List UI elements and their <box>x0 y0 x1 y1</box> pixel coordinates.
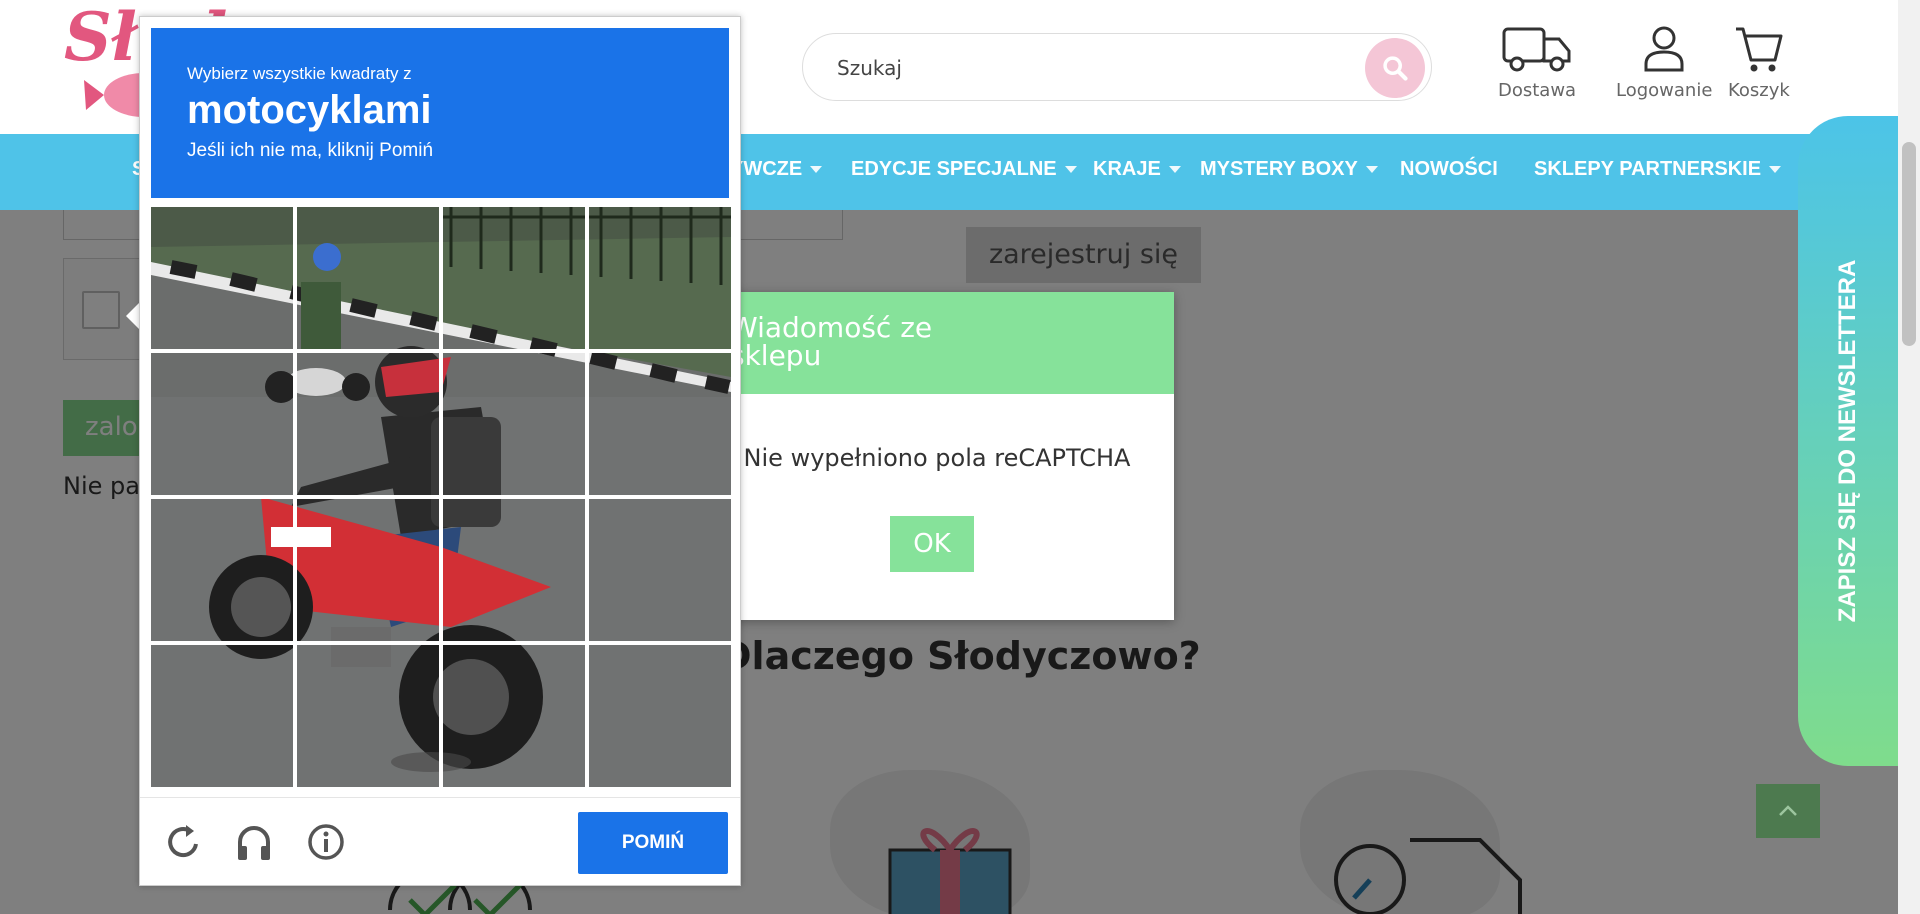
nav-label: NOWOŚCI <box>1400 158 1498 180</box>
caret-down-icon <box>810 166 823 173</box>
tile-image <box>297 499 439 641</box>
cart-link[interactable]: Koszyk <box>1728 24 1790 101</box>
recaptcha-tile[interactable] <box>297 645 439 787</box>
recaptcha-tile[interactable] <box>443 499 585 641</box>
nav-label: MYSTERY BOXY <box>1200 158 1358 180</box>
recaptcha-tile[interactable] <box>443 645 585 787</box>
recaptcha-tile[interactable] <box>297 353 439 495</box>
newsletter-tab[interactable]: ZAPISZ SIĘ DO NEWSLETTERA <box>1798 116 1898 766</box>
recaptcha-footer: POMIŃ <box>140 797 740 885</box>
nav-label: EDYCJE SPECJALNE <box>851 158 1057 180</box>
recaptcha-tile[interactable] <box>297 499 439 641</box>
recaptcha-tile[interactable] <box>443 207 585 349</box>
nav-item-sklepy[interactable]: SKLEPY PARTNERSKIE <box>1534 158 1782 181</box>
tile-image <box>151 353 293 495</box>
recaptcha-challenge: Wybierz wszystkie kwadraty z motocyklami… <box>139 16 741 886</box>
delivery-link[interactable]: Dostawa <box>1498 24 1576 101</box>
info-icon <box>308 824 344 860</box>
scrollbar-thumb[interactable] <box>1902 142 1916 346</box>
nav-item-edycje[interactable]: EDYCJE SPECJALNE <box>851 158 1077 181</box>
recaptcha-tile[interactable] <box>151 645 293 787</box>
search-input[interactable] <box>837 54 1337 82</box>
recaptcha-tile[interactable] <box>297 207 439 349</box>
recaptcha-tile[interactable] <box>589 353 731 495</box>
tile-image <box>589 499 731 641</box>
caret-down-icon <box>1168 166 1181 173</box>
search-icon <box>1383 56 1408 81</box>
caret-down-icon <box>1769 166 1782 173</box>
recaptcha-hint: Jeśli ich nie ma, kliknij Pomiń <box>187 140 434 161</box>
recaptcha-tile[interactable] <box>151 353 293 495</box>
search-bar <box>802 33 1432 101</box>
caret-down-icon <box>1365 166 1378 173</box>
tile-image <box>151 207 293 349</box>
scrollbar[interactable] <box>1898 0 1920 914</box>
tile-image <box>297 353 439 495</box>
tile-image <box>443 353 585 495</box>
headphones-icon <box>238 826 270 860</box>
delivery-icon <box>1502 27 1571 72</box>
ok-button[interactable]: OK <box>890 516 974 572</box>
skip-button[interactable]: POMIŃ <box>578 812 728 874</box>
newsletter-label: ZAPISZ SIĘ DO NEWSLETTERA <box>1834 259 1861 623</box>
recaptcha-header: Wybierz wszystkie kwadraty z motocyklami… <box>151 28 729 198</box>
login-label: Logowanie <box>1616 80 1713 101</box>
recaptcha-tile[interactable] <box>151 499 293 641</box>
shop-message-header: Wiadomość ze sklepu <box>700 292 1174 394</box>
shop-message-body: Nie wypełniono pola reCAPTCHA <box>743 444 1131 472</box>
tile-image <box>151 645 293 787</box>
delivery-label: Dostawa <box>1498 80 1577 101</box>
recaptcha-tile[interactable] <box>443 353 585 495</box>
nav-label: SKLEPY PARTNERSKIE <box>1534 158 1762 180</box>
audio-button[interactable] <box>232 820 276 864</box>
chevron-up-icon <box>1779 805 1797 816</box>
info-button[interactable] <box>304 820 348 864</box>
tile-image <box>443 207 585 349</box>
tile-image <box>589 645 731 787</box>
recaptcha-arrow <box>126 303 139 329</box>
tile-image <box>297 207 439 349</box>
tile-image <box>443 499 585 641</box>
nav-item-nowosci[interactable]: NOWOŚCI <box>1400 158 1498 181</box>
nav-item-1[interactable]: YWCZE <box>730 158 823 181</box>
shop-message-title-line1: Wiadomość ze <box>730 311 933 344</box>
tile-image <box>443 645 585 787</box>
tile-image <box>589 353 731 495</box>
nav-label: KRAJE <box>1093 158 1161 180</box>
caret-down-icon <box>1064 166 1077 173</box>
search-button[interactable] <box>1365 38 1425 98</box>
recaptcha-tile[interactable] <box>589 645 731 787</box>
tile-image <box>151 499 293 641</box>
nav-item-kraje[interactable]: KRAJE <box>1093 158 1181 181</box>
nav-item-mystery[interactable]: MYSTERY BOXY <box>1200 158 1378 181</box>
recaptcha-image-grid <box>151 207 731 787</box>
cart-label: Koszyk <box>1728 80 1790 101</box>
tile-image <box>297 645 439 787</box>
recaptcha-instruction: Wybierz wszystkie kwadraty z <box>187 64 412 83</box>
recaptcha-tile[interactable] <box>589 499 731 641</box>
recaptcha-tile[interactable] <box>589 207 731 349</box>
user-icon <box>1644 26 1684 72</box>
recaptcha-object: motocyklami <box>187 88 432 132</box>
tile-image <box>589 207 731 349</box>
login-link[interactable]: Logowanie <box>1616 24 1712 101</box>
reload-button[interactable] <box>162 820 206 864</box>
cart-icon <box>1735 27 1783 72</box>
reload-icon <box>168 825 198 857</box>
shop-message-title-line2: sklepu <box>730 339 822 372</box>
recaptcha-tile[interactable] <box>151 207 293 349</box>
scroll-to-top-button[interactable] <box>1756 784 1820 838</box>
shop-message-modal: Wiadomość ze sklepu Nie wypełniono pola … <box>700 292 1174 620</box>
